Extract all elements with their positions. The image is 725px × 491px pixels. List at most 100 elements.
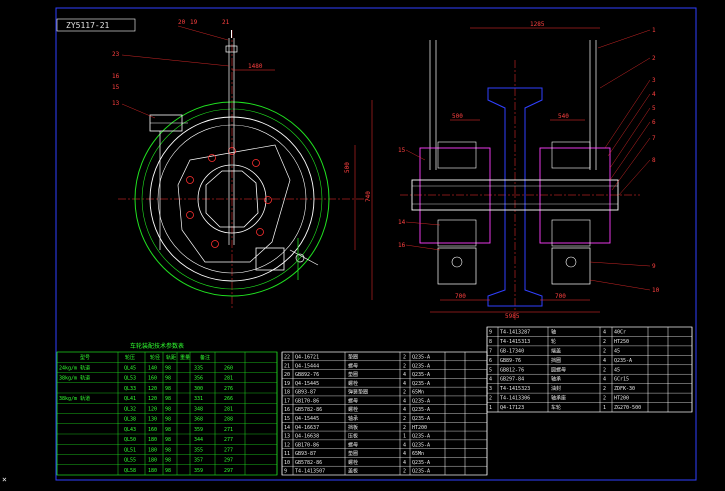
side-dim-1285: 1285 xyxy=(530,21,545,28)
spec-row-model: QL38 xyxy=(124,417,136,423)
parts-row-qty: 2 xyxy=(403,363,406,369)
side-callout-9: 9 xyxy=(652,263,656,270)
left-lower-bolt xyxy=(451,256,463,268)
parts-row-mat: 65Mn xyxy=(412,451,424,457)
material-list-cells: 9 T4-1413287 轴 4 40Cr 8 T4-1415313 轮 2 HT250 7 GB-1… xyxy=(489,329,641,412)
material-row-qty: 4 xyxy=(603,358,606,364)
front-view[interactable]: 1480 500 740 23 16 13 15 20 19 21 xyxy=(112,19,373,310)
parts-row-no: 19 xyxy=(284,381,290,387)
side-callout-15: 15 xyxy=(398,147,406,154)
parts-row-code: GB93-87 xyxy=(295,390,316,396)
spec-row-b: 288 xyxy=(224,417,233,423)
side-callout-14: 14 xyxy=(398,219,406,226)
spec-row-label: 38kg/m 轨道 xyxy=(59,375,90,382)
spec-header: 轮压 xyxy=(125,354,135,361)
parts-row-no: 14 xyxy=(284,425,290,431)
spec-header: 备注 xyxy=(200,354,210,361)
spec-row-b: 260 xyxy=(224,365,233,371)
material-row-code: GB89-76 xyxy=(500,358,521,364)
parts-row-mat: Q235-A xyxy=(412,416,430,422)
parts-row-name: 轴承 xyxy=(348,415,358,422)
side-callout-2: 2 xyxy=(652,55,656,62)
spec-row-model: QL53 xyxy=(124,376,136,382)
spec-table-title: 车轮装配技术参数表 xyxy=(130,342,184,350)
parts-row-name: 弹簧垫圈 xyxy=(348,389,368,396)
material-row-no: 5 xyxy=(489,367,492,373)
spec-row-b: 266 xyxy=(224,396,233,402)
front-dim-740: 740 xyxy=(365,191,372,202)
spec-row-w: 98 xyxy=(165,447,171,453)
material-list[interactable]: 9 T4-1413287 轴 4 40Cr 8 T4-1415313 轮 2 HT250 7 GB-1… xyxy=(486,326,693,413)
spec-table[interactable]: 车轮装配技术参数表 型号 轮压 轮径 轨距 重量 备注 24kg/m 轨道 QL45 140 98… xyxy=(56,342,278,476)
parts-row-qty: 4 xyxy=(403,398,406,404)
material-row-qty: 1 xyxy=(603,405,606,411)
material-row-code: GB-17340 xyxy=(500,348,524,354)
left-lower-block xyxy=(437,247,477,285)
parts-list[interactable]: 22 Q4-16721 垫圈 2 Q235-A21 Q4-15444 螺母 2 Q235-A20… xyxy=(281,351,488,476)
material-row-mat: HT250 xyxy=(614,339,629,345)
side-dim-700-b: 700 xyxy=(555,293,566,300)
side-callout-7: 7 xyxy=(652,135,656,142)
spec-row-a: 356 xyxy=(194,376,203,382)
cad-drawing-canvas[interactable]: ZY5117-21 1480 500 740 23 16 13 15 20 19… xyxy=(0,0,725,491)
side-dim-540: 540 xyxy=(558,113,569,120)
spec-row-label: 38kg/m 轨道 xyxy=(59,395,90,402)
parts-row-name: 盖板 xyxy=(348,468,358,475)
spec-header: 轮径 xyxy=(150,354,160,361)
material-row-no: 1 xyxy=(489,405,492,411)
parts-row-code: Q4-16721 xyxy=(295,355,319,361)
material-row-name: 车轮 xyxy=(551,404,561,411)
material-row-name: 轮 xyxy=(551,338,556,345)
material-row-mat: HT200 xyxy=(614,396,629,402)
parts-row-code: GB892-76 xyxy=(295,372,319,378)
parts-row-mat: Q235-A xyxy=(412,398,430,404)
parts-row-qty: 2 xyxy=(403,390,406,396)
front-leader-23 xyxy=(121,54,230,67)
side-view[interactable]: 1285 500 540 700 700 5985 14 15 16 1 2 3… xyxy=(398,21,660,320)
front-callout-20: 20 xyxy=(178,19,186,26)
spec-row-w: 98 xyxy=(165,376,171,382)
parts-row-mat: HT200 xyxy=(412,425,427,431)
spec-row-d: 140 xyxy=(148,365,157,371)
material-row-no: 4 xyxy=(489,377,492,383)
material-row-code: T4-1413306 xyxy=(500,396,530,402)
spec-row-d: 160 xyxy=(148,427,157,433)
parts-row-no: 21 xyxy=(284,363,290,369)
material-row-qty: 2 xyxy=(603,339,606,345)
spec-row-w: 98 xyxy=(165,468,171,474)
material-row-mat: 45 xyxy=(614,367,620,373)
parts-row-no: 10 xyxy=(284,460,290,466)
parts-row-name: 螺母 xyxy=(348,397,358,404)
parts-row-code: GB5782-86 xyxy=(295,460,322,466)
parts-row-name: 螺母 xyxy=(348,362,358,369)
material-row-name: 圆螺母 xyxy=(551,366,566,373)
side-dim-500: 500 xyxy=(452,113,463,120)
parts-row-name: 挡板 xyxy=(348,424,358,431)
spec-row-model: QL55 xyxy=(124,458,136,464)
parts-row-mat: Q235-A xyxy=(412,372,430,378)
right-bracket xyxy=(255,247,285,271)
parts-row-no: 15 xyxy=(284,416,290,422)
material-row-name: 挡圈 xyxy=(551,357,561,364)
right-lower-block xyxy=(551,247,591,285)
material-row-code: T4-1415323 xyxy=(500,386,530,392)
parts-row-no: 17 xyxy=(284,398,290,404)
parts-row-qty: 4 xyxy=(403,460,406,466)
parts-row-qty: 4 xyxy=(403,442,406,448)
spec-row-b: 281 xyxy=(224,376,233,382)
material-row-code: T4-1413287 xyxy=(500,330,530,336)
material-row-name: 端盖 xyxy=(551,347,561,354)
material-row-code: GB297-84 xyxy=(500,377,524,383)
spec-row-d: 120 xyxy=(148,396,157,402)
parts-row-name: 螺栓 xyxy=(348,380,358,387)
side-callout-6: 6 xyxy=(652,119,656,126)
parts-row-qty: 2 xyxy=(403,355,406,361)
parts-row-name: 垫圈 xyxy=(348,354,358,361)
spec-row-b: 297 xyxy=(224,468,233,474)
front-callout-15: 15 xyxy=(112,84,120,91)
parts-row-mat: Q235-A xyxy=(412,355,430,361)
parts-row-qty: 4 xyxy=(403,381,406,387)
spec-row-w: 98 xyxy=(165,417,171,423)
material-row-code: Q4-17123 xyxy=(500,405,524,411)
spec-row-d: 180 xyxy=(148,468,157,474)
